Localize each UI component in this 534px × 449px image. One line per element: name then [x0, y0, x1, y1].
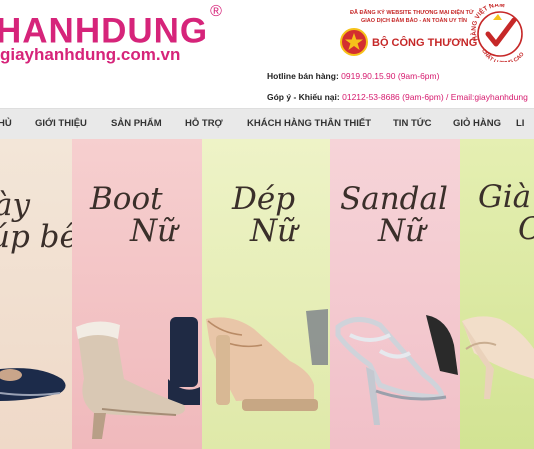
banner-panel-flats[interactable]: ày úp bê	[0, 139, 72, 449]
site-header: HANHDUNG® giayhanhdung.com.vn ĐÃ ĐĂNG KÝ…	[0, 0, 534, 108]
strappy-sandal-image	[335, 315, 458, 425]
feedback-value[interactable]: 01212-53-8686 (9am-6pm) / Email:	[342, 92, 474, 102]
hvn-badge-text-svg: HÀNG VIỆT NAM CHẤT LƯỢNG CAO	[469, 2, 526, 67]
high-heel-shoe-image	[462, 316, 534, 399]
nav-item-products[interactable]: SẢN PHẨM	[111, 118, 162, 129]
panel-sandals-title-line1: Sandal	[340, 181, 448, 217]
nav-item-news[interactable]: TIN TỨC	[393, 118, 432, 129]
heeled-slide-image	[206, 309, 328, 411]
category-banner: ày úp bê Boot Nữ Dép Nữ	[0, 139, 534, 449]
moit-registered-badge[interactable]: ĐÃ ĐĂNG KÝ WEBSITE THƯƠNG MẠI ĐIỆN TỬ GI…	[336, 6, 482, 56]
site-url[interactable]: giayhanhdung.com.vn	[0, 45, 180, 65]
nav-item-home[interactable]: HỦ	[0, 118, 12, 129]
moit-badge-line2: GIAO DỊCH ĐẢM BẢO - AN TOÀN UY TÍN	[361, 18, 467, 24]
hotline-label: Hotline bán hàng:	[267, 71, 339, 81]
registered-mark: ®	[210, 3, 223, 20]
hvn-bottom-text: CHẤT LƯỢNG CAO	[480, 48, 526, 62]
hvn-badge-text: HÀNG VIỆT NAM CHẤT LƯỢNG CAO	[469, 2, 532, 67]
banner-panel-boots[interactable]: Boot Nữ	[72, 139, 202, 449]
nav-item-about[interactable]: GIỚI THIỆU	[35, 118, 87, 129]
feedback-label: Góp ý - Khiếu nại:	[267, 92, 340, 102]
national-emblem-icon	[340, 28, 368, 56]
panel-sandals-title-line2: Nữ	[378, 213, 426, 249]
brand-logo[interactable]: HANHDUNG®	[0, 3, 223, 50]
main-nav: HỦ GIỚI THIỆU SẢN PHẨM HỖ TRỢ KHÁCH HÀNG…	[0, 108, 534, 140]
svg-text:CHẤT LƯỢNG CAO: CHẤT LƯỢNG CAO	[480, 48, 526, 62]
moit-badge-line1: ĐÃ ĐĂNG KÝ WEBSITE THƯƠNG MẠI ĐIỆN TỬ	[350, 10, 474, 16]
banner-panel-sandals-slide[interactable]: Dép Nữ	[202, 139, 330, 449]
moit-badge-name: BỘ CÔNG THƯƠNG	[372, 37, 478, 49]
nav-item-contact[interactable]: LI	[516, 118, 524, 129]
svg-text:HÀNG VIỆT NAM: HÀNG VIỆT NAM	[470, 4, 505, 42]
panel-slides-title-line2: Nữ	[250, 213, 298, 249]
panel-flats-title-line2: úp bê	[0, 219, 72, 255]
hotline-value[interactable]: 0919.90.15.90 (9am-6pm)	[341, 71, 439, 81]
hvn-top-text: HÀNG VIỆT NAM	[470, 4, 505, 42]
nav-item-loyalty[interactable]: KHÁCH HÀNG THÂN THIẾT	[247, 118, 371, 129]
panel-boots-title-line1: Boot	[90, 181, 163, 217]
panel-boots-title-line2: Nữ	[130, 213, 178, 249]
panel-heels-title-line2: C	[518, 211, 534, 247]
nav-item-support[interactable]: HỖ TRỢ	[185, 118, 223, 129]
panel-slides-title-line1: Dép	[232, 181, 296, 217]
email-value[interactable]: giayhanhdung	[474, 92, 527, 102]
banner-panel-sandals[interactable]: Sandal Nữ	[330, 139, 460, 449]
nav-item-cart[interactable]: GIỎ HÀNG	[453, 118, 501, 129]
ballet-flat-shoe-image	[0, 368, 66, 401]
hotline-line: Hotline bán hàng: 0919.90.15.90 (9am-6pm…	[267, 71, 439, 81]
ankle-boot-image	[76, 317, 200, 439]
panel-heels-title-line1: Già	[478, 179, 532, 215]
feedback-line: Góp ý - Khiếu nại: 01212-53-8686 (9am-6p…	[267, 92, 528, 102]
banner-panel-heels[interactable]: Già C	[460, 139, 534, 449]
panel-flats-title-line1: ày	[0, 187, 30, 223]
